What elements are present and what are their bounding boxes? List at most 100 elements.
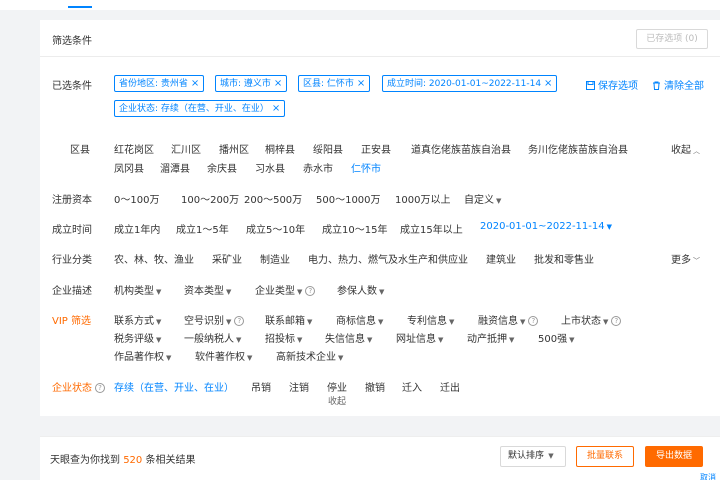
vip-dropdown[interactable]: 网址信息 ▼ <box>396 330 443 345</box>
status-option[interactable]: 迁出 <box>440 379 460 394</box>
vip-dropdown[interactable]: 税务评级 ▼ <box>114 330 161 345</box>
caret-down-icon: ▼ <box>367 336 373 344</box>
capital-option[interactable]: 200～500万 <box>244 191 302 206</box>
bulk-contact-button[interactable]: 批量联系 <box>576 446 634 467</box>
status-option[interactable]: 停业 <box>327 379 347 394</box>
vip-dropdown[interactable]: 商标信息 ▼ <box>336 312 383 327</box>
district-option[interactable]: 桐梓县 <box>265 141 295 156</box>
vip-dropdown[interactable]: 融资信息 ▼? <box>478 312 539 327</box>
vip-dropdown[interactable]: 联系邮箱 ▼ <box>265 312 312 327</box>
industry-more-button[interactable]: 更多 ﹀ <box>671 251 700 266</box>
vip-dropdown[interactable]: 招投标 ▼ <box>265 330 302 345</box>
industry-label: 行业分类 <box>52 255 92 266</box>
status-option[interactable]: 注销 <box>289 379 309 394</box>
caret-down-icon: ▼ <box>338 354 344 362</box>
vip-dropdown[interactable]: 失信信息 ▼ <box>325 330 372 345</box>
district-option[interactable]: 务川仡佬族苗族自治县 <box>528 141 628 156</box>
capital-option[interactable]: 0～100万 <box>114 191 159 206</box>
help-icon[interactable]: ? <box>305 286 316 296</box>
status-option-selected[interactable]: 存续（在营、开业、在业） <box>114 379 234 394</box>
filter-panel-header: 筛选条件 已存选项 (0) <box>40 20 720 57</box>
vip-dropdown[interactable]: 联系方式 ▼ <box>114 312 161 327</box>
capital-option[interactable]: 1000万以上 <box>395 191 450 206</box>
status-option[interactable]: 吊销 <box>251 379 271 394</box>
status-option[interactable]: 撤销 <box>365 379 385 394</box>
results-summary: 天眼查为你找到 520 条相关结果 <box>50 455 196 466</box>
selected-label: 已选条件 <box>52 81 92 92</box>
help-icon[interactable]: ? <box>528 316 539 326</box>
top-tab-bar <box>0 0 720 10</box>
clear-all-button[interactable]: 清除全部 <box>652 77 704 92</box>
industry-option[interactable]: 建筑业 <box>486 251 516 266</box>
district-option[interactable]: 红花岗区 <box>114 141 154 156</box>
founded-option[interactable]: 成立10～15年 <box>322 221 387 236</box>
founded-range-dropdown[interactable]: 2020-01-01~2022-11-14 ▼ <box>480 221 612 232</box>
close-icon[interactable]: × <box>191 78 199 89</box>
saved-options-button[interactable]: 已存选项 (0) <box>636 29 708 49</box>
capital-custom-dropdown[interactable]: 自定义 ▼ <box>464 191 501 206</box>
results-bar: 天眼查为你找到 520 条相关结果 默认排序 ▼ 批量联系 导出数据 <box>40 436 720 480</box>
district-option[interactable]: 习水县 <box>255 160 285 175</box>
collapse-district-button[interactable]: 收起 ︿ <box>671 141 700 156</box>
vip-dropdown[interactable]: 动产抵押 ▼ <box>467 330 514 345</box>
district-option[interactable]: 绥阳县 <box>313 141 343 156</box>
export-data-button[interactable]: 导出数据 <box>645 446 703 467</box>
founded-option[interactable]: 成立5～10年 <box>246 221 305 236</box>
vip-dropdown[interactable]: 作品著作权 ▼ <box>114 348 171 363</box>
industry-option[interactable]: 采矿业 <box>212 251 242 266</box>
caret-down-icon: ▼ <box>247 354 253 362</box>
close-icon[interactable]: × <box>357 78 365 89</box>
vip-dropdown[interactable]: 一般纳税人 ▼ <box>184 330 241 345</box>
district-option[interactable]: 赤水市 <box>303 160 333 175</box>
district-option-selected[interactable]: 仁怀市 <box>351 160 381 175</box>
selected-chip-province[interactable]: 省份地区: 贵州省 × <box>114 75 205 92</box>
help-icon[interactable]: ? <box>234 316 245 326</box>
industry-option[interactable]: 农、林、牧、渔业 <box>114 251 194 266</box>
active-tab-indicator <box>68 6 92 8</box>
status-option[interactable]: 迁入 <box>402 379 422 394</box>
caret-down-icon: ▼ <box>156 336 162 344</box>
district-option[interactable]: 余庆县 <box>207 160 237 175</box>
save-options-button[interactable]: 保存选项 <box>586 77 638 92</box>
vip-dropdown[interactable]: 高新技术企业 ▼ <box>276 348 343 363</box>
industry-option[interactable]: 批发和零售业 <box>534 251 594 266</box>
close-icon[interactable]: × <box>274 78 282 89</box>
selected-chip-district[interactable]: 区县: 仁怀市 × <box>298 75 371 92</box>
sort-select[interactable]: 默认排序 ▼ <box>500 446 566 467</box>
selected-chip-city[interactable]: 城市: 遵义市 × <box>215 75 288 92</box>
description-dropdown[interactable]: 机构类型 ▼ <box>114 282 161 297</box>
founded-option[interactable]: 成立1～5年 <box>176 221 229 236</box>
district-option[interactable]: 凤冈县 <box>114 160 144 175</box>
capital-option[interactable]: 500～1000万 <box>316 191 381 206</box>
description-dropdown[interactable]: 参保人数 ▼ <box>337 282 384 297</box>
founded-option[interactable]: 成立15年以上 <box>400 221 463 236</box>
capital-option[interactable]: 100～200万 <box>181 191 239 206</box>
vip-dropdown[interactable]: 上市状态 ▼? <box>561 312 622 327</box>
corner-link[interactable]: 取消 <box>700 472 716 480</box>
district-option[interactable]: 汇川区 <box>171 141 201 156</box>
district-option[interactable]: 湄潭县 <box>160 160 190 175</box>
vip-dropdown[interactable]: 专利信息 ▼ <box>407 312 454 327</box>
filter-panel: 筛选条件 已存选项 (0) 已选条件 省份地区: 贵州省 × 城市: 遵义市 × 区… <box>40 20 720 416</box>
district-option[interactable]: 正安县 <box>361 141 391 156</box>
district-option[interactable]: 播州区 <box>219 141 249 156</box>
vip-dropdown[interactable]: 500强 ▼ <box>538 330 574 345</box>
industry-option[interactable]: 制造业 <box>260 251 290 266</box>
vip-dropdown[interactable]: 空号识别 ▼? <box>184 312 245 327</box>
close-icon[interactable]: × <box>272 103 280 114</box>
help-icon[interactable]: ? <box>611 316 622 326</box>
founded-option[interactable]: 成立1年内 <box>114 221 160 236</box>
close-icon[interactable]: × <box>544 78 552 89</box>
description-dropdown[interactable]: 资本类型 ▼ <box>184 282 231 297</box>
description-dropdown[interactable]: 企业类型 ▼? <box>255 282 316 297</box>
caret-down-icon: ▼ <box>520 318 526 326</box>
caret-down-icon: ▼ <box>226 288 232 296</box>
district-option[interactable]: 道真仡佬族苗族自治县 <box>411 141 511 156</box>
collapse-filters-button[interactable]: 收起 <box>312 394 362 412</box>
status-label: 企业状态? <box>52 379 105 394</box>
industry-option[interactable]: 电力、热力、燃气及水生产和供应业 <box>308 251 468 266</box>
selected-chip-status[interactable]: 企业状态: 存续（在营、开业、在业） × <box>114 100 286 117</box>
vip-dropdown[interactable]: 软件著作权 ▼ <box>195 348 252 363</box>
help-icon[interactable]: ? <box>95 383 105 393</box>
selected-chip-founded[interactable]: 成立时间: 2020-01-01~2022-11-14 × <box>382 75 558 92</box>
